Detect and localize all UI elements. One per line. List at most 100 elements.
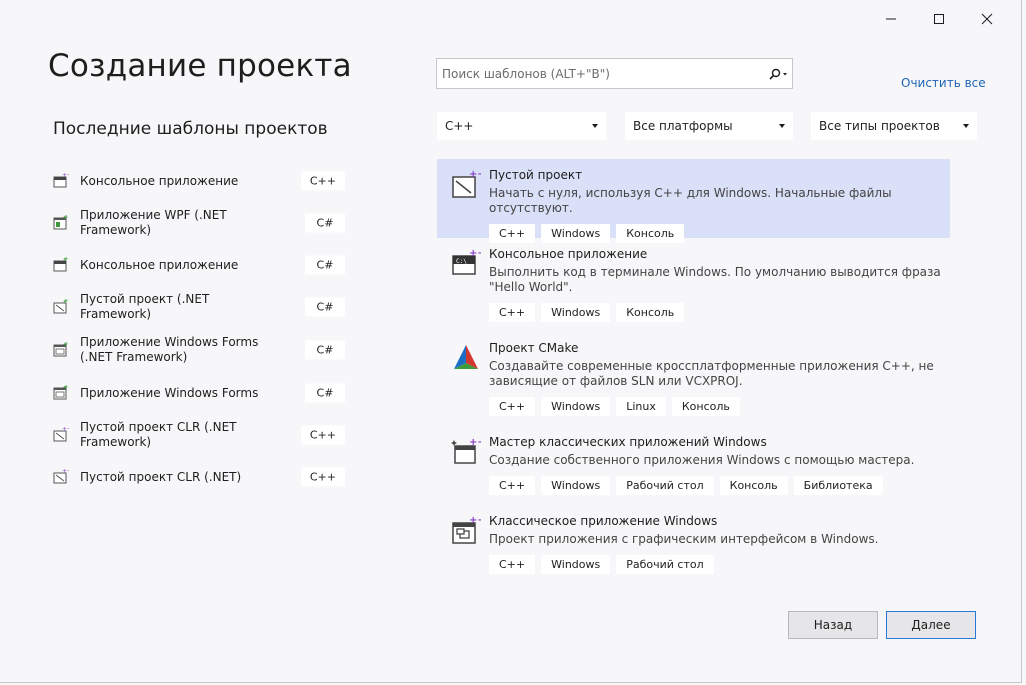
- page-title: Создание проекта: [48, 48, 352, 84]
- desktop-wizard-icon: ++: [451, 437, 481, 464]
- template-tags: C++ Windows Рабочий стол: [489, 555, 942, 574]
- close-button[interactable]: [963, 8, 1011, 30]
- clr-empty-project-icon: ++: [53, 469, 69, 484]
- template-tag: Windows: [541, 397, 611, 416]
- template-description: Начать с нуля, используя C++ для Windows…: [489, 186, 892, 215]
- back-button[interactable]: Назад: [788, 611, 878, 639]
- clr-empty-project-icon: ++: [53, 427, 69, 442]
- console-app-icon: #: [53, 257, 68, 272]
- recent-item[interactable]: ++ Пустой проект CLR (.NET) C++: [53, 456, 345, 498]
- wpf-app-icon: #: [53, 215, 68, 230]
- recent-item-label: Консольное приложение: [80, 173, 239, 188]
- svg-text:#: #: [63, 257, 68, 263]
- next-button[interactable]: Далее: [886, 611, 976, 639]
- recent-item[interactable]: ++ Консольное приложение C++: [53, 160, 345, 202]
- template-list: ++ Пустой проект Начать с нуля, использу…: [437, 159, 950, 584]
- template-tags: C++ Windows Linux Консоль: [489, 397, 942, 416]
- template-item-console-app[interactable]: C:\++ Консольное приложение Выполнить ко…: [437, 238, 950, 332]
- empty-project-icon: ++: [452, 169, 481, 198]
- template-item-empty-project[interactable]: ++ Пустой проект Начать с нуля, использу…: [437, 159, 950, 243]
- template-tags: C++ Windows Рабочий стол Консоль Библиот…: [489, 476, 942, 495]
- svg-text:++: ++: [62, 469, 69, 475]
- svg-text:++: ++: [62, 427, 69, 433]
- recent-item-label: Пустой проект (.NET Framework): [80, 292, 210, 321]
- chevron-down-icon: [963, 124, 969, 128]
- recent-item-lang-badge: C++: [300, 467, 345, 487]
- template-tag: C++: [489, 397, 536, 416]
- chevron-down-icon: [779, 124, 785, 128]
- create-project-dialog: Создание проекта Последние шаблоны проек…: [0, 0, 1022, 683]
- template-item-desktop-wizard[interactable]: ++ Мастер классических приложений Window…: [437, 426, 950, 505]
- console-app-icon: ++: [53, 173, 69, 188]
- recent-item-lang-badge: C#: [305, 213, 345, 233]
- recent-item[interactable]: # Приложение Windows Forms C#: [53, 372, 345, 414]
- recent-item-label: Приложение Windows Forms (.NET Framework…: [80, 335, 259, 364]
- svg-text:#: #: [63, 299, 68, 305]
- cmake-icon: [454, 345, 478, 369]
- desktop-app-icon: ++: [452, 515, 481, 544]
- recent-item-label: Приложение WPF (.NET Framework): [80, 208, 227, 237]
- recent-item-label: Пустой проект CLR (.NET Framework): [80, 420, 237, 449]
- template-tag: Linux: [616, 397, 666, 416]
- template-tag: Рабочий стол: [616, 476, 714, 495]
- template-tag: Консоль: [616, 303, 685, 322]
- console-app-icon: C:\++: [452, 248, 481, 275]
- recent-item-lang-badge: C#: [305, 297, 345, 317]
- svg-text:#: #: [63, 215, 68, 221]
- close-icon: [981, 13, 993, 25]
- platform-filter-dropdown[interactable]: Все платформы: [625, 112, 793, 140]
- template-tag: Консоль: [671, 397, 740, 416]
- template-tag: C++: [489, 476, 536, 495]
- template-tag: C++: [489, 303, 536, 322]
- recent-item[interactable]: ++ Пустой проект CLR (.NET Framework) C+…: [53, 414, 345, 456]
- template-tag: C++: [489, 555, 536, 574]
- recent-item-label: Пустой проект CLR (.NET): [80, 469, 242, 484]
- recent-templates-title: Последние шаблоны проектов: [53, 119, 328, 139]
- recent-item-lang-badge: C#: [305, 255, 345, 275]
- recent-templates-list: ++ Консольное приложение C++ # Приложени…: [53, 160, 345, 498]
- template-tag: Консоль: [719, 476, 788, 495]
- empty-project-icon: #: [53, 299, 68, 314]
- template-tag: Windows: [541, 555, 611, 574]
- chevron-down-icon: [592, 124, 598, 128]
- template-description: Проект приложения с графическим интерфей…: [489, 532, 879, 546]
- recent-item-lang-badge: C#: [305, 340, 345, 360]
- search-icon: [769, 68, 787, 80]
- svg-text:++: ++: [469, 248, 481, 259]
- maximize-button[interactable]: [915, 8, 963, 30]
- maximize-icon: [934, 14, 944, 24]
- platform-filter-value: Все платформы: [633, 119, 733, 133]
- template-description: Создавайте современные кроссплатформенны…: [489, 359, 934, 388]
- template-item-desktop-app[interactable]: ++ Классическое приложение Windows Проек…: [437, 505, 950, 584]
- svg-text:C:\: C:\: [456, 258, 467, 265]
- window-controls: [867, 8, 1011, 30]
- minimize-button[interactable]: [867, 8, 915, 30]
- template-tag: Windows: [541, 476, 611, 495]
- recent-item-label: Приложение Windows Forms: [80, 385, 259, 400]
- template-description: Выполнить код в терминале Windows. По ум…: [489, 265, 941, 294]
- svg-text:#: #: [63, 342, 68, 348]
- recent-item[interactable]: # Пустой проект (.NET Framework) C#: [53, 286, 345, 328]
- template-name: Пустой проект: [489, 168, 583, 182]
- template-tag: Windows: [541, 303, 611, 322]
- svg-text:++: ++: [469, 169, 481, 180]
- clear-all-link[interactable]: Очистить все: [901, 76, 986, 90]
- template-search-box: [436, 58, 793, 89]
- winforms-app-icon: #: [53, 342, 68, 357]
- svg-text:++: ++: [62, 173, 69, 179]
- recent-item[interactable]: # Приложение WPF (.NET Framework) C#: [53, 202, 345, 244]
- project-type-filter-dropdown[interactable]: Все типы проектов: [811, 112, 977, 140]
- recent-item[interactable]: # Приложение Windows Forms (.NET Framewo…: [53, 328, 345, 372]
- recent-item-lang-badge: C++: [300, 425, 345, 445]
- template-description: Создание собственного приложения Windows…: [489, 453, 915, 467]
- template-item-cmake-project[interactable]: Проект CMake Создавайте современные крос…: [437, 332, 950, 426]
- svg-text:++: ++: [469, 515, 481, 526]
- recent-item-lang-badge: C++: [300, 171, 345, 191]
- project-type-filter-value: Все типы проектов: [819, 119, 940, 133]
- language-filter-dropdown[interactable]: C++: [437, 112, 606, 140]
- template-search-input[interactable]: [437, 59, 764, 88]
- search-dropdown-button[interactable]: [764, 59, 792, 88]
- template-name: Консольное приложение: [489, 247, 648, 261]
- minimize-icon: [886, 18, 896, 20]
- recent-item[interactable]: # Консольное приложение C#: [53, 244, 345, 286]
